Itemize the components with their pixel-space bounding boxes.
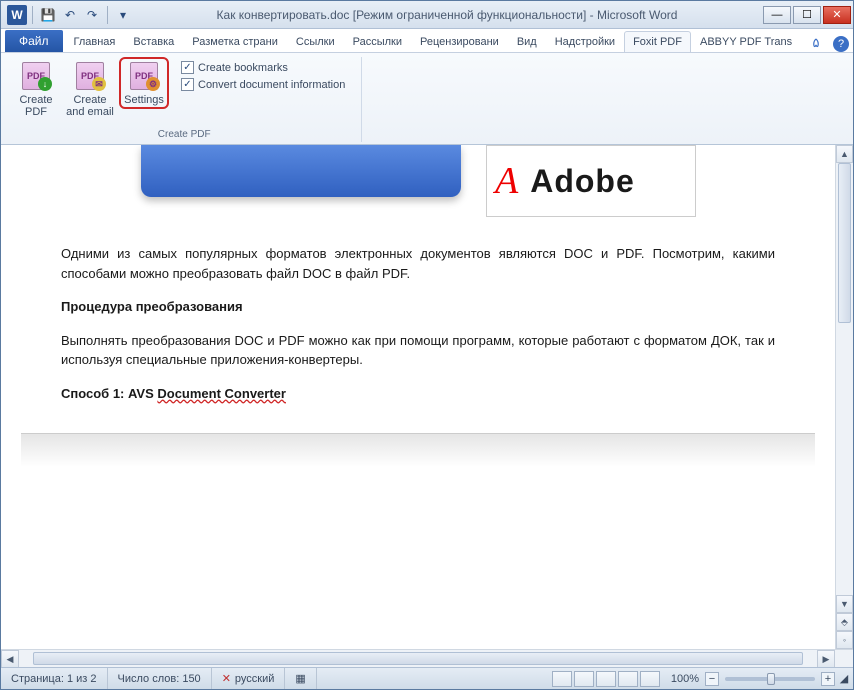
spellcheck-icon: ✕	[222, 672, 231, 685]
prev-page-icon[interactable]: ⬘	[836, 613, 853, 631]
print-layout-view[interactable]	[552, 671, 572, 687]
document-scroll[interactable]: A Adobe Одними из самых популярных форма…	[1, 145, 835, 667]
create-email-label: Create and email	[66, 94, 114, 118]
create-and-email-button[interactable]: PDF✉ Create and email	[61, 57, 119, 121]
create-bookmarks-checkbox[interactable]: ✓ Create bookmarks	[175, 59, 351, 76]
file-tab[interactable]: Файл	[5, 30, 63, 52]
undo-icon[interactable]: ↶	[60, 5, 80, 25]
create-pdf-label: Create PDF	[16, 94, 56, 118]
save-icon[interactable]: 💾	[38, 5, 58, 25]
scroll-up-icon[interactable]: ▲	[836, 145, 853, 163]
convert-docinfo-checkbox[interactable]: ✓ Convert document information	[175, 76, 351, 93]
heading-procedure[interactable]: Процедура преобразования	[61, 297, 775, 317]
checkbox-icon: ✓	[181, 61, 194, 74]
word-icon[interactable]: W	[7, 5, 27, 25]
fullscreen-view[interactable]	[574, 671, 594, 687]
scroll-right-icon[interactable]: ▶	[817, 650, 835, 668]
ribbon-group-create-pdf: PDF↓ Create PDF PDF✉ Create and email PD…	[7, 57, 362, 142]
settings-label: Settings	[124, 94, 164, 106]
page-break	[21, 433, 815, 467]
pdf-icon: PDF↓	[20, 60, 52, 92]
tab-insert[interactable]: Вставка	[124, 31, 183, 52]
settings-button[interactable]: PDF⚙ Settings	[119, 57, 169, 109]
close-button[interactable]: ✕	[823, 6, 851, 24]
redo-icon[interactable]: ↷	[82, 5, 102, 25]
tab-page-layout[interactable]: Разметка страни	[183, 31, 287, 52]
tab-abbyy[interactable]: ABBYY PDF Trans	[691, 31, 801, 52]
browse-object-icon[interactable]: ◦	[836, 631, 853, 649]
scroll-thumb[interactable]	[838, 163, 851, 323]
window-controls: — ☐ ✕	[761, 6, 851, 24]
tab-foxit-pdf[interactable]: Foxit PDF	[624, 31, 691, 52]
scroll-down-icon[interactable]: ▼	[836, 595, 853, 613]
tab-mailings[interactable]: Рассылки	[344, 31, 411, 52]
heading2-prefix: Способ 1: AVS	[61, 386, 157, 401]
ribbon-group-label: Create PDF	[11, 127, 357, 142]
outline-view[interactable]	[618, 671, 638, 687]
zoom-in-button[interactable]: +	[821, 672, 835, 686]
web-layout-view[interactable]	[596, 671, 616, 687]
quick-access-toolbar: W 💾 ↶ ↷ ▾	[1, 5, 133, 25]
status-word-count[interactable]: Число слов: 150	[108, 668, 212, 689]
ribbon: PDF↓ Create PDF PDF✉ Create and email PD…	[1, 53, 853, 145]
document-area: A Adobe Одними из самых популярных форма…	[1, 145, 853, 667]
heading2-underlined: Document Converter	[157, 386, 286, 401]
zoom-slider-thumb[interactable]	[767, 673, 775, 685]
pdf-settings-icon: PDF⚙	[128, 60, 160, 92]
heading-method-1[interactable]: Способ 1: AVS Document Converter	[61, 384, 775, 404]
tab-review[interactable]: Рецензировани	[411, 31, 508, 52]
paragraph-2[interactable]: Выполнять преобразования DOC и PDF можно…	[61, 331, 775, 370]
blue-banner-shape	[141, 145, 461, 197]
paragraph-1[interactable]: Одними из самых популярных форматов элек…	[61, 244, 775, 283]
adobe-a-glyph: A	[487, 159, 518, 203]
docinfo-label: Convert document information	[198, 79, 345, 91]
macro-icon: ▦	[295, 672, 305, 685]
horizontal-scrollbar[interactable]: ◀ ▶	[1, 649, 853, 667]
adobe-text: Adobe	[518, 163, 635, 200]
scroll-track[interactable]	[836, 163, 853, 595]
document-page[interactable]: A Adobe Одними из самых популярных форма…	[21, 145, 815, 487]
logo-area: A Adobe	[61, 145, 775, 230]
pdf-email-icon: PDF✉	[74, 60, 106, 92]
help-icon[interactable]: ?	[833, 36, 849, 52]
tab-view[interactable]: Вид	[508, 31, 546, 52]
status-macro[interactable]: ▦	[285, 668, 316, 689]
adobe-logo: A Adobe	[486, 145, 696, 217]
minimize-button[interactable]: —	[763, 6, 791, 24]
h-scroll-thumb[interactable]	[33, 652, 803, 665]
maximize-button[interactable]: ☐	[793, 6, 821, 24]
bookmarks-label: Create bookmarks	[198, 62, 288, 74]
draft-view[interactable]	[640, 671, 660, 687]
zoom-level[interactable]: 100%	[665, 673, 705, 685]
minimize-ribbon-icon[interactable]: ۵	[807, 34, 825, 52]
ribbon-tabs: Файл Главная Вставка Разметка страни Ссы…	[1, 29, 853, 53]
zoom-slider[interactable]	[725, 677, 815, 681]
create-pdf-button[interactable]: PDF↓ Create PDF	[11, 57, 61, 121]
tab-addins[interactable]: Надстройки	[546, 31, 624, 52]
tab-home[interactable]: Главная	[65, 31, 125, 52]
scroll-left-icon[interactable]: ◀	[1, 650, 19, 668]
resize-grip-icon[interactable]: ◢	[835, 672, 853, 685]
titlebar: W 💾 ↶ ↷ ▾ Как конвертировать.doc [Режим …	[1, 1, 853, 29]
checkbox-icon: ✓	[181, 78, 194, 91]
status-page[interactable]: Страница: 1 из 2	[1, 668, 108, 689]
window-title: Как конвертировать.doc [Режим ограниченн…	[133, 8, 761, 22]
tab-references[interactable]: Ссылки	[287, 31, 344, 52]
language-label: русский	[235, 673, 274, 685]
vertical-scrollbar[interactable]: ▲ ▼ ⬘ ◦ ⬙	[835, 145, 853, 667]
status-language[interactable]: ✕ русский	[212, 668, 286, 689]
zoom-out-button[interactable]: −	[705, 672, 719, 686]
qat-customize-icon[interactable]: ▾	[113, 5, 133, 25]
status-bar: Страница: 1 из 2 Число слов: 150 ✕ русск…	[1, 667, 853, 689]
